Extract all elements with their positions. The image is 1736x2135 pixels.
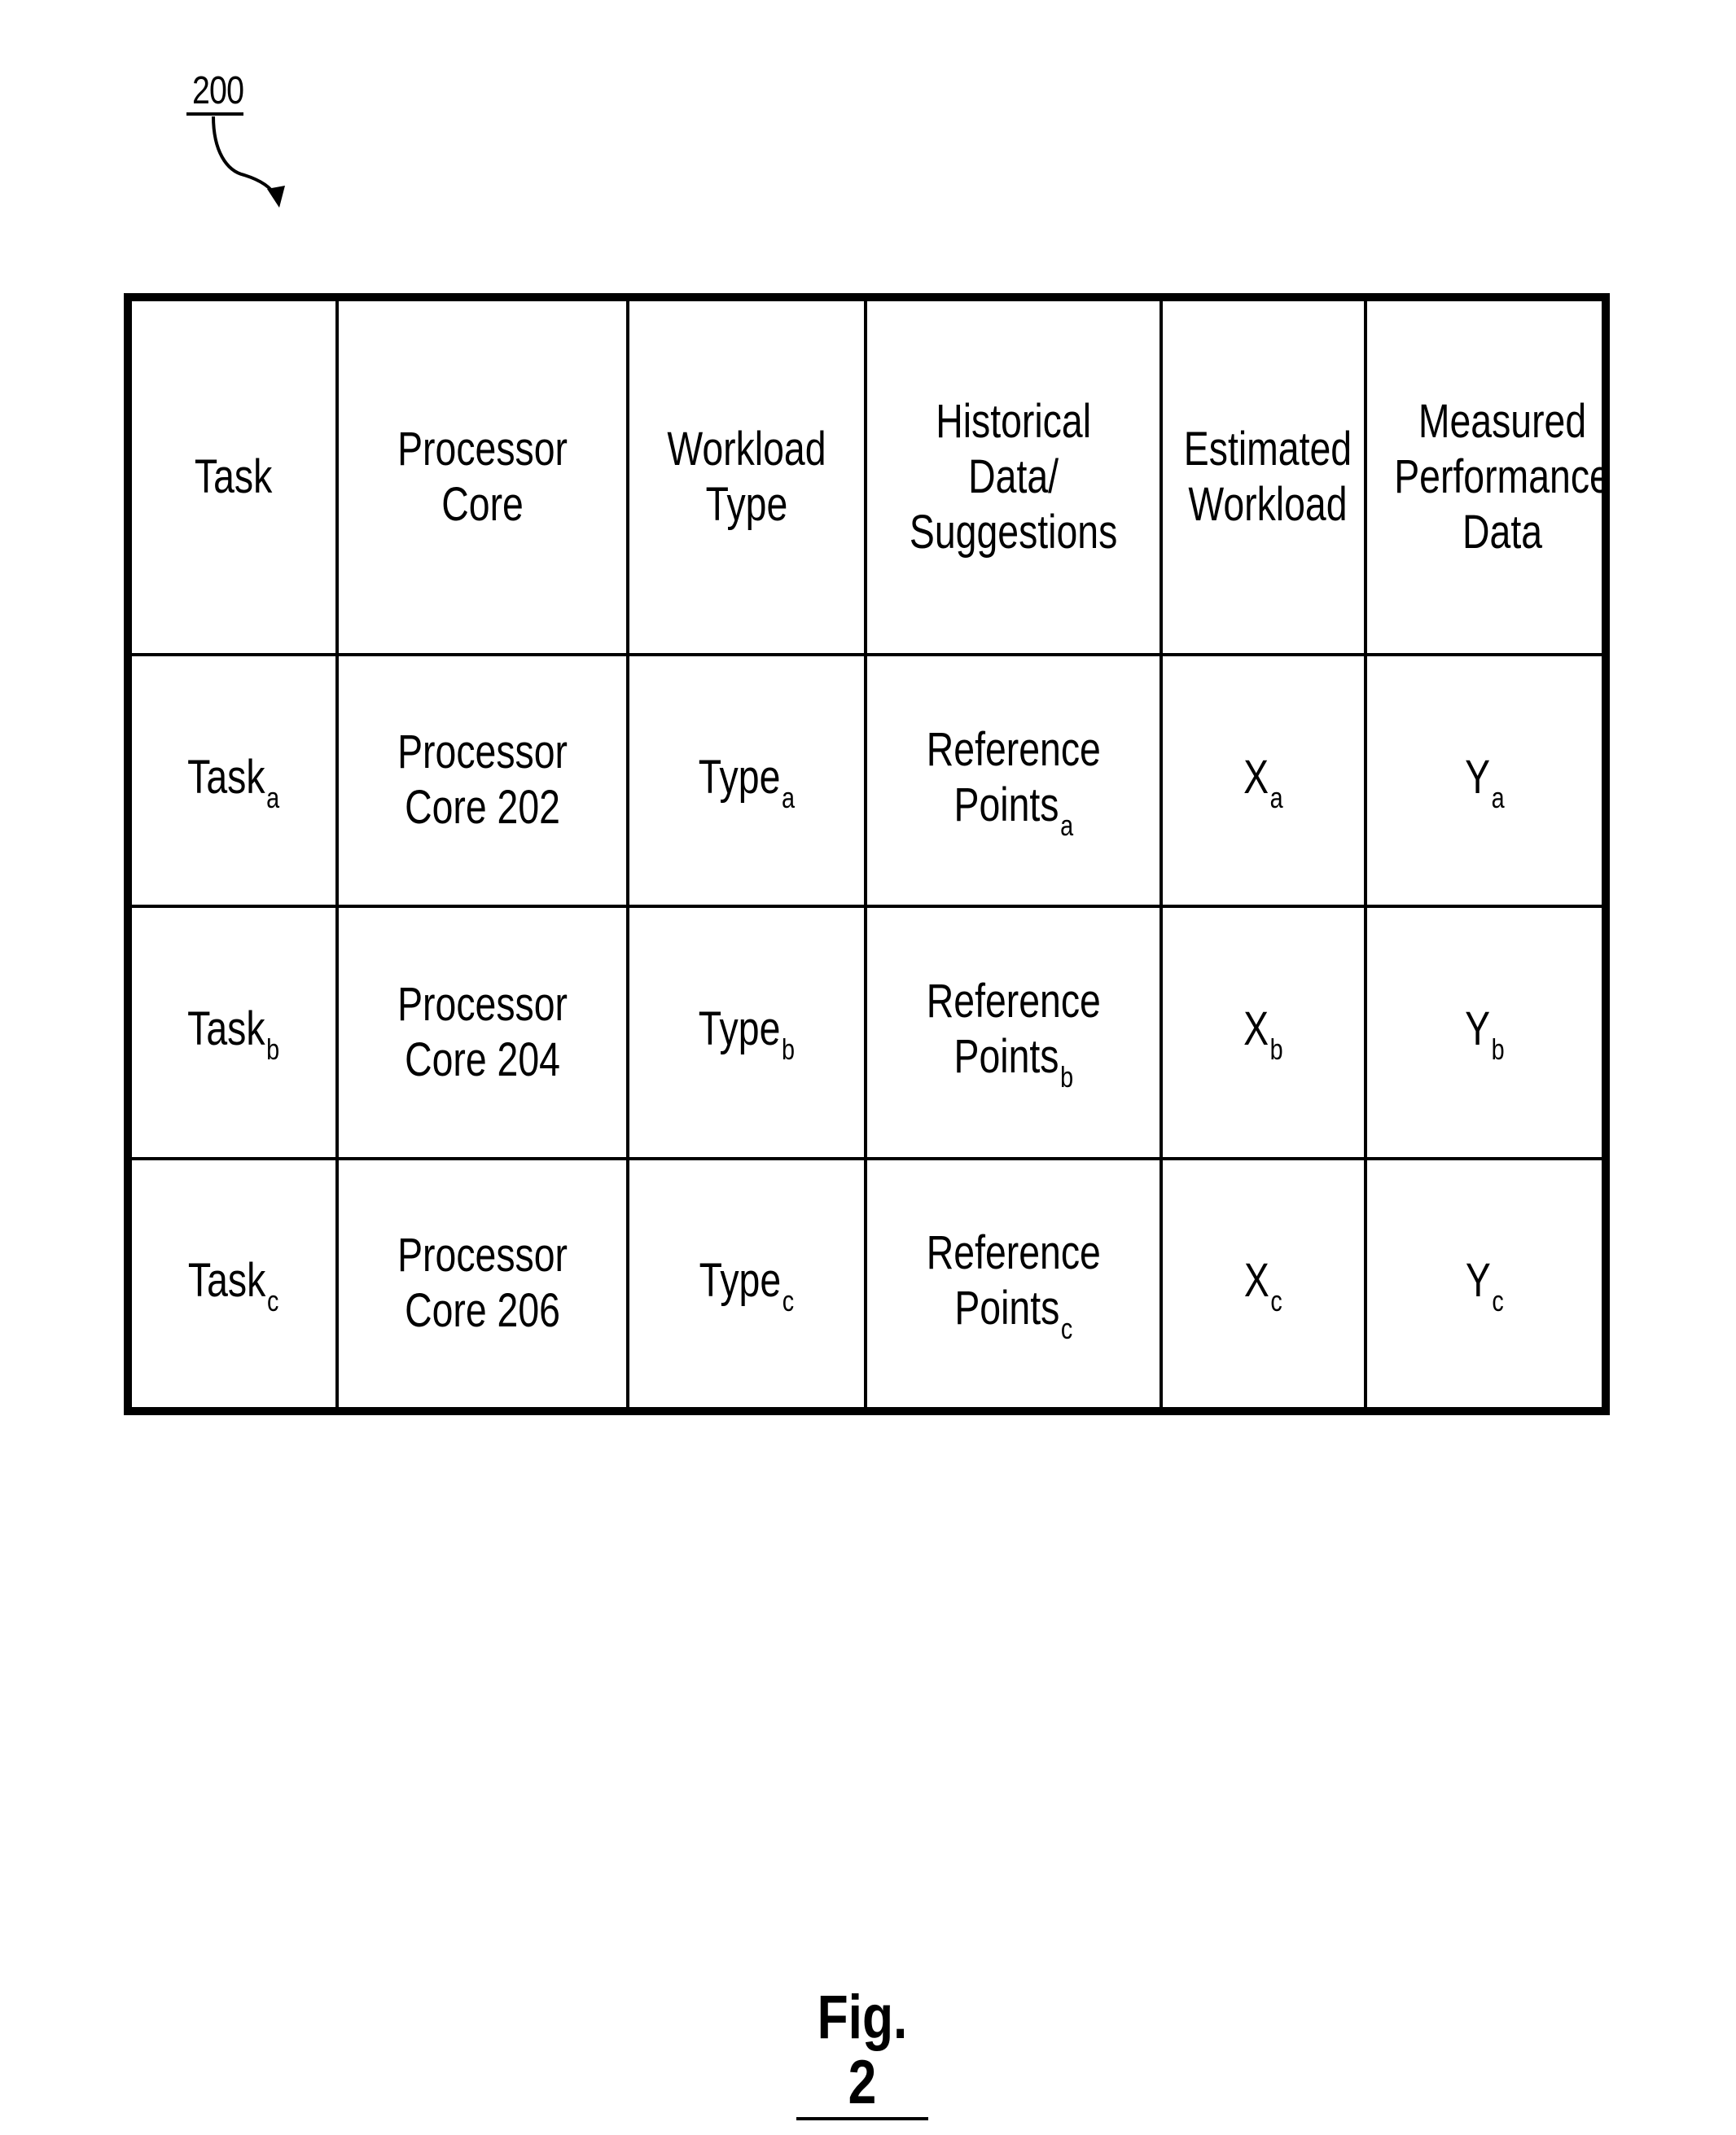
cell-historical-data: Reference Pointsa	[864, 652, 1163, 909]
cell-historical-data: Reference Pointsb	[864, 905, 1163, 1160]
header-estimated-workload: Estimated Workload	[1160, 301, 1367, 656]
reference-arrow-icon	[212, 116, 285, 208]
header-historical-data: Historical Data/ Suggestions	[864, 301, 1163, 656]
table-header-row: Task Processor Core Workload Type Histor…	[132, 301, 1611, 656]
cell-measured-performance: Yc	[1364, 1156, 1602, 1407]
cell-estimated-workload: Xc	[1160, 1156, 1367, 1407]
cell-workload-type: Typeb	[626, 905, 867, 1160]
cell-task: Taskc	[132, 1156, 339, 1407]
data-table-frame: Task Processor Core Workload Type Histor…	[124, 293, 1611, 1415]
header-task: Task	[132, 301, 339, 656]
figure-caption: Fig. 2	[796, 1985, 928, 2120]
table-row: Taskb Processor Core 204 Typeb Reference…	[132, 905, 1602, 1160]
cell-workload-type: Typea	[626, 652, 867, 909]
cell-task: Taskb	[132, 905, 339, 1160]
cell-processor-core: Processor Core 204	[335, 905, 629, 1160]
figure-caption-text: Fig. 2	[817, 1983, 908, 2117]
reference-numeral: 200	[186, 69, 244, 116]
task-allocation-table: Task Processor Core Workload Type Histor…	[132, 301, 1611, 1407]
header-measured-performance: Measured Performance Data	[1364, 301, 1611, 656]
cell-task: Taska	[132, 652, 339, 909]
cell-workload-type: Typec	[626, 1156, 867, 1407]
cell-measured-performance: Ya	[1364, 652, 1602, 909]
header-workload-type: Workload Type	[626, 301, 867, 656]
cell-estimated-workload: Xa	[1160, 652, 1367, 909]
table-row: Taskc Processor Core 206 Typec Reference…	[132, 1156, 1602, 1407]
table-row: Taska Processor Core 202 Typea Reference…	[132, 652, 1602, 909]
reference-arrow-curve	[212, 116, 278, 199]
cell-measured-performance: Yb	[1364, 905, 1602, 1160]
header-processor-core: Processor Core	[335, 301, 629, 656]
cell-processor-core: Processor Core 206	[335, 1156, 629, 1407]
cell-estimated-workload: Xb	[1160, 905, 1367, 1160]
cell-historical-data: Reference Pointsc	[864, 1156, 1163, 1407]
cell-processor-core: Processor Core 202	[335, 652, 629, 909]
reference-arrow-head	[267, 186, 285, 208]
reference-numeral-text: 200	[191, 69, 244, 112]
